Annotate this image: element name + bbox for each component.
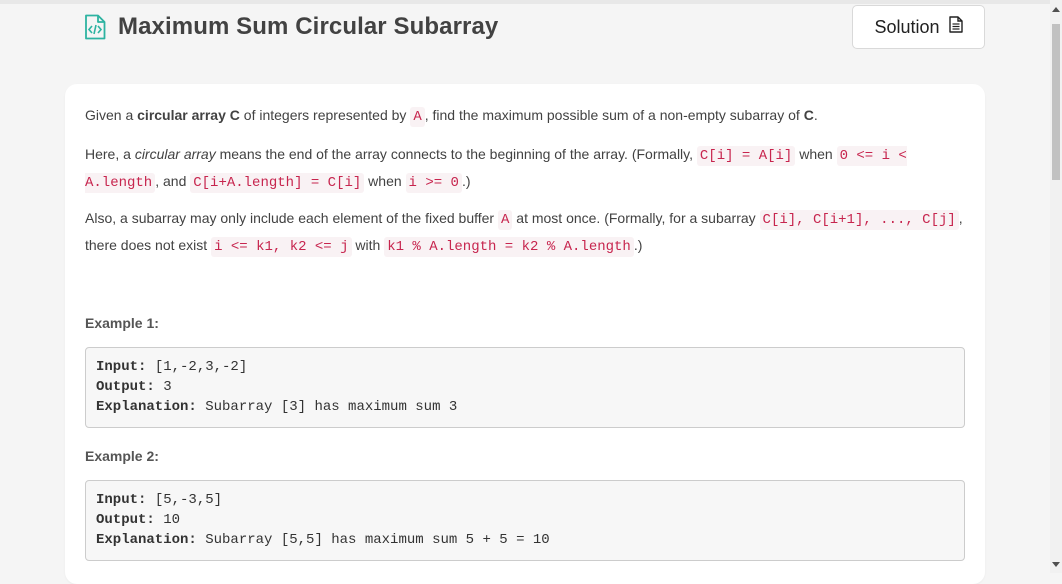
scroll-down-arrow-icon[interactable] — [1052, 562, 1060, 567]
title-row: Maximum Sum Circular Subarray — [84, 10, 498, 44]
bold-text: C — [229, 107, 240, 123]
text-run: when — [795, 146, 837, 162]
bold-text: circular array — [137, 107, 226, 123]
inline-code: C[i] = A[i] — [696, 146, 796, 166]
input-value: [5,-3,5] — [146, 492, 223, 508]
document-icon — [948, 16, 963, 38]
bold-text: C — [803, 107, 814, 123]
inline-code: C[i+A.length] = C[i] — [190, 173, 365, 193]
text-run: with — [351, 237, 385, 253]
input-key: Input: — [96, 359, 147, 375]
scroll-up-arrow-icon[interactable] — [1052, 7, 1060, 12]
code-document-icon — [84, 14, 106, 40]
text-run: when — [364, 173, 406, 189]
explanation-value: Subarray [5,5] has maximum sum 5 + 5 = 1… — [196, 532, 550, 548]
inline-code: i <= k1, k2 <= j — [211, 237, 352, 257]
text-run: .) — [633, 237, 643, 253]
italic-text: circular array — [134, 146, 216, 162]
example-code-block: Input: [5,-3,5] Output: 10 Explanation: … — [85, 480, 965, 561]
page-title: Maximum Sum Circular Subarray — [118, 13, 499, 40]
example-code-block: Input: [1,-2,3,-2] Output: 3 Explanation… — [85, 347, 965, 428]
text-run: Also, a subarray may only include each e… — [85, 210, 498, 226]
description-paragraph: Here, a circular array means the end of … — [85, 142, 965, 196]
output-value: 3 — [154, 379, 172, 395]
explanation-key: Explanation: — [96, 399, 197, 415]
inline-code: k1 % A.length = k2 % A.length — [384, 237, 634, 257]
solution-button[interactable]: Solution — [852, 5, 985, 49]
text-run: means the end of the array connects to t… — [215, 146, 697, 162]
inline-code: C[i], C[i+1], ..., C[j] — [759, 210, 959, 230]
input-key: Input: — [96, 492, 147, 508]
output-value: 10 — [154, 512, 181, 528]
text-run: Given a — [85, 107, 138, 123]
scroll-thumb[interactable] — [1052, 24, 1060, 180]
explanation-value: Subarray [3] has maximum sum 3 — [196, 399, 458, 415]
text-run: . — [813, 107, 818, 123]
text-run: of integers represented by — [239, 107, 411, 123]
description-paragraph: Given a circular array C of integers rep… — [85, 103, 965, 130]
vertical-scrollbar[interactable] — [1050, 0, 1062, 573]
problem-page: Maximum Sum Circular Subarray Solution G… — [0, 0, 1050, 584]
description-paragraph: Also, a subarray may only include each e… — [85, 206, 965, 260]
input-value: [1,-2,3,-2] — [146, 359, 248, 375]
example-label: Example 2: — [85, 448, 159, 464]
text-run: , and — [155, 173, 191, 189]
inline-code: A — [497, 210, 513, 230]
explanation-key: Explanation: — [96, 532, 197, 548]
text-run: at most once. (Formally, for a subarray — [512, 210, 760, 226]
text-run: Here, a — [85, 146, 135, 162]
inline-code: i >= 0 — [405, 173, 462, 193]
output-key: Output: — [96, 379, 155, 395]
inline-code: A — [410, 107, 425, 127]
output-key: Output: — [96, 512, 155, 528]
example-label: Example 1: — [85, 315, 159, 331]
problem-description-card: Given a circular array C of integers rep… — [65, 84, 985, 584]
text-run: .) — [461, 173, 471, 189]
text-run: , find the maximum possible sum of a non… — [424, 107, 804, 123]
solution-button-label: Solution — [874, 16, 940, 37]
